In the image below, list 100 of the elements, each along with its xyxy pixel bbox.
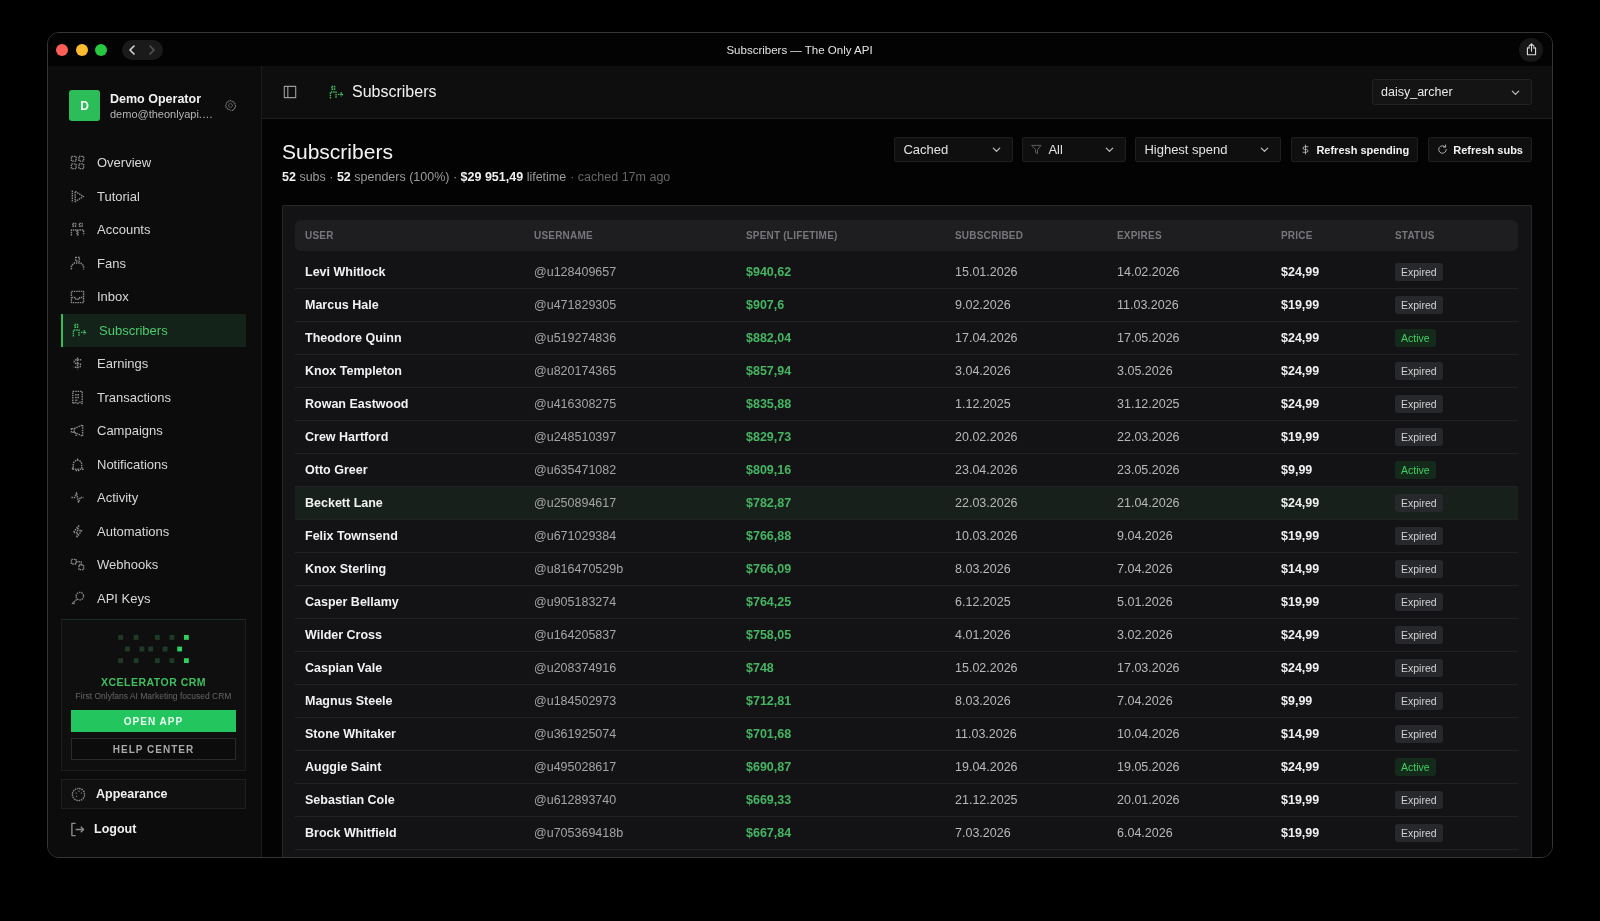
status-filter-select[interactable]: All [1022,137,1127,162]
table-row[interactable]: Sebastian Cole @u612893740 $669,33 21.12.2025 20.01.2026 $19,99 Expired [295,784,1518,817]
minimize-button[interactable] [75,43,88,56]
expiry-date: 21.04.2026 [1117,496,1180,510]
pulse-icon [70,490,85,506]
expiry-date: 23.05.2026 [1117,463,1180,477]
sidebar-item[interactable]: Automations [61,514,246,548]
spent-amount: $667,84 [746,826,792,840]
column-header: USERNAME [534,230,594,241]
account-select[interactable]: daisy_archer [1372,79,1532,105]
sidebar-item[interactable]: Campaigns [61,414,246,448]
username-text: @u612893740 [534,793,617,807]
spent-amount: $701,68 [746,727,792,741]
username-text: @u635471082 [534,463,617,477]
status-badge: Expired [1395,395,1443,413]
sidebar-item[interactable]: Fans [61,246,246,280]
username-text: @u250894617 [534,496,617,510]
table-row[interactable]: Knox Templeton @u820174365 $857,94 3.04.2026 3.05.2026 $24,99 Expired [295,355,1518,388]
person-arrow-icon [72,322,87,338]
price-text: $19,99 [1281,529,1320,543]
filter-icon [1031,144,1043,155]
appearance-button[interactable]: Appearance [61,779,246,809]
expiry-date: 17.03.2026 [1117,661,1180,675]
user-name: Knox Sterling [305,562,387,576]
column-header: EXPIRES [1117,230,1163,241]
help-center-button[interactable]: HELP CENTER [71,738,236,760]
expiry-date: 9.04.2026 [1117,529,1173,543]
inbox-icon [70,289,85,305]
zoom-button[interactable] [95,43,107,56]
logout-icon [70,821,85,837]
sidebar-item[interactable]: Overview [61,146,246,180]
status-badge: Expired [1395,626,1443,644]
price-text: $24,99 [1281,397,1320,411]
username-text: @u820174365 [534,364,617,378]
table-row[interactable]: Felix Townsend @u671029384 $766,88 10.03.2026 9.04.2026 $19,99 Expired [295,520,1518,553]
subscribed-date: 17.04.2026 [955,331,1018,345]
table-row[interactable]: Rowan Eastwood @u416308275 $835,88 1.12.2025 31.12.2025 $24,99 Expired [295,388,1518,421]
username-text: @u471829305 [534,298,617,312]
table-row[interactable]: Beckett Lane @u250894617 $782,87 22.03.2026 21.04.2026 $24,99 Expired [295,487,1518,520]
sidebar-item[interactable]: Tutorial [61,179,246,213]
expiry-date: 6.04.2026 [1117,826,1173,840]
pixel-logo-icon [116,635,191,664]
refresh-button[interactable]: Refresh spending [1291,137,1419,162]
table-row[interactable]: Auggie Saint @u495028617 $690,87 19.04.2026 19.05.2026 $24,99 Active [295,751,1518,784]
bell-icon [70,456,85,472]
status-badge: Active [1395,758,1436,776]
price-text: $14,99 [1281,562,1320,576]
share-button[interactable] [1519,37,1543,62]
status-badge: Expired [1395,791,1443,809]
expiry-date: 3.02.2026 [1117,628,1173,642]
close-button[interactable] [56,43,68,56]
user-name: Auggie Saint [305,760,382,774]
person-arrow-icon [329,84,344,100]
expiry-date: 19.05.2026 [1117,760,1180,774]
user-name: Felix Townsend [305,529,398,543]
subscribed-date: 22.03.2026 [955,496,1018,510]
column-header: PRICE [1281,230,1314,241]
table-row[interactable]: Caspian Vale @u208374916 $748 15.02.2026 17.03.2026 $24,99 Expired [295,652,1518,685]
table-row[interactable]: Casper Bellamy @u905183274 $764,25 6.12.2025 5.01.2026 $19,99 Expired [295,586,1518,619]
sidebar-item[interactable]: Earnings [61,347,246,381]
sidebar-item[interactable]: Accounts [61,213,246,247]
table-row[interactable]: Theodore Quinn @u519274836 $882,04 17.04.2026 17.05.2026 $24,99 Active [295,322,1518,355]
status-badge: Active [1395,461,1436,479]
sidebar-item[interactable]: Subscribers [61,313,246,347]
refresh-button[interactable]: Refresh subs [1428,137,1532,162]
status-badge: Expired [1395,296,1443,314]
table-row[interactable]: Crew Hartford @u248510397 $829,73 20.02.2026 22.03.2026 $19,99 Expired [295,421,1518,454]
grid-icon [70,155,85,171]
sidebar-item[interactable]: Webhooks [61,548,246,582]
sidebar-item[interactable]: Notifications [61,447,246,481]
logout-button[interactable]: Logout [61,817,246,841]
sort-select[interactable]: Highest spend [1135,137,1282,162]
table-row[interactable]: Stone Whitaker @u361925074 $701,68 11.03.2026 10.04.2026 $14,99 Expired [295,718,1518,751]
gear-icon[interactable] [224,99,237,112]
table-row[interactable]: Magnus Steele @u184502973 $712,81 8.03.2026 7.04.2026 $9,99 Expired [295,685,1518,718]
username-text: @u416308275 [534,397,617,411]
sidebar-item[interactable]: Inbox [61,280,246,314]
status-badge: Expired [1395,428,1443,446]
chevron-down-icon [1259,144,1271,155]
spent-amount: $809,16 [746,463,792,477]
sidebar-item[interactable]: Activity [61,481,246,515]
status-badge: Expired [1395,494,1443,512]
receipt-icon [70,389,85,405]
table-row[interactable]: Levi Whitlock @u128409657 $940,62 15.01.2026 14.02.2026 $24,99 Expired [295,256,1518,289]
sidebar-panel-icon[interactable] [283,85,297,99]
price-text: $24,99 [1281,661,1320,675]
username-text: @u208374916 [534,661,617,675]
table-row[interactable]: Marcus Hale @u471829305 $907,6 9.02.2026 11.03.2026 $19,99 Expired [295,289,1518,322]
table-row[interactable]: Wilder Cross @u164205837 $758,05 4.01.2026 3.02.2026 $24,99 Expired [295,619,1518,652]
chevron-down-icon [991,144,1003,155]
status-badge: Expired [1395,824,1443,842]
sidebar-item[interactable]: Transactions [61,380,246,414]
source-select[interactable]: Cached [894,137,1014,162]
table-row[interactable]: Knox Sterling @u816470529b $766,09 8.03.2026 7.04.2026 $14,99 Expired [295,553,1518,586]
spent-amount: $940,62 [746,265,792,279]
status-badge: Expired [1395,362,1443,380]
sidebar-item[interactable]: API Keys [61,581,246,615]
spent-amount: $690,87 [746,760,792,774]
table-row[interactable]: Brock Whitfield @u705369418b $667,84 7.03.2026 6.04.2026 $19,99 Expired [295,817,1518,850]
price-text: $24,99 [1281,760,1320,774]
